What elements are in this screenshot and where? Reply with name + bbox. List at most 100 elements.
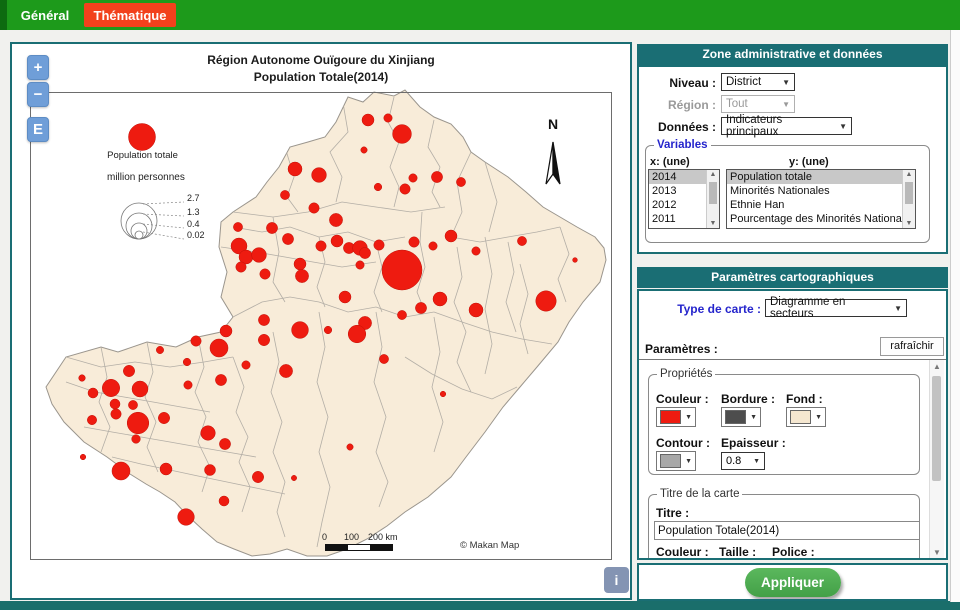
color-swatch — [790, 410, 811, 424]
bordure-swatch-dropdown[interactable]: ▼ — [721, 407, 761, 427]
carto-section-box: Type de carte : Diagramme en secteurs ▼ … — [637, 289, 948, 560]
map-title: Région Autonome Ouïgoure du Xinjiang Pop… — [30, 52, 612, 86]
divider — [639, 359, 946, 360]
footer-strip — [0, 601, 960, 610]
north-arrow-icon — [543, 140, 563, 188]
niveau-label: Niveau : — [639, 76, 716, 90]
zoom-in-button[interactable]: + — [27, 55, 49, 80]
x-listbox-scrollbar[interactable]: ▲ ▼ — [706, 170, 719, 228]
refresh-button[interactable]: rafraîchir — [880, 337, 944, 356]
map-attribution: © Makan Map — [460, 540, 519, 551]
niveau-select[interactable]: District ▼ — [721, 73, 795, 91]
chevron-down-icon: ▼ — [685, 414, 692, 421]
type-carte-value: Diagramme en secteurs — [770, 296, 890, 320]
info-button[interactable]: i — [604, 567, 629, 593]
chevron-down-icon: ▼ — [753, 458, 760, 465]
navbar-accent — [0, 0, 7, 30]
x-option[interactable]: 2012 — [649, 198, 706, 212]
top-navbar: Général Thématique — [0, 0, 960, 30]
epaisseur-value: 0.8 — [726, 455, 741, 467]
scale-label-0: 0 — [322, 532, 327, 542]
proprietes-legend: Propriétés — [657, 368, 715, 380]
scroll-down-icon[interactable]: ▼ — [903, 220, 915, 227]
bordure-label: Bordure : — [721, 392, 775, 406]
type-carte-label: Type de carte : — [639, 302, 761, 316]
couleur-label: Couleur : — [656, 392, 709, 406]
map-title-line1: Région Autonome Ouïgoure du Xinjiang — [30, 52, 612, 69]
page-scrollbar[interactable] — [950, 30, 960, 602]
niveau-value: District — [726, 76, 761, 88]
chevron-down-icon: ▼ — [890, 304, 902, 313]
y-listbox-scrollbar[interactable]: ▲ ▼ — [902, 170, 915, 228]
chevron-down-icon: ▼ — [778, 78, 790, 87]
chevron-down-icon: ▼ — [685, 458, 692, 465]
tab-thematique[interactable]: Thématique — [84, 3, 176, 27]
couleur-swatch-dropdown[interactable]: ▼ — [656, 407, 696, 427]
titre-legend: Titre de la carte — [657, 488, 742, 500]
chevron-down-icon: ▼ — [750, 414, 757, 421]
scroll-thumb[interactable] — [932, 376, 941, 481]
legend-size-4: 0.02 — [187, 230, 205, 240]
scroll-up-icon[interactable]: ▲ — [930, 362, 944, 371]
legend-unit-label: million personnes — [107, 172, 185, 183]
epaisseur-label: Epaisseur : — [721, 436, 786, 450]
y-option[interactable]: Ethnie Han — [727, 198, 902, 212]
scroll-up-icon[interactable]: ▲ — [903, 171, 915, 178]
scroll-up-icon[interactable]: ▲ — [707, 171, 719, 178]
scroll-thumb[interactable] — [709, 182, 717, 204]
sidebar: Zone administrative et données Niveau : … — [637, 42, 948, 601]
x-option[interactable]: 2014 — [649, 170, 706, 184]
map-panel: Région Autonome Ouïgoure du Xinjiang Pop… — [10, 42, 632, 600]
map-title-line2: Population Totale(2014) — [30, 69, 612, 86]
y-list-title: y: (une) — [789, 156, 829, 168]
titre-taille-label: Taille : — [719, 545, 756, 559]
region-value: Tout — [726, 98, 748, 110]
tab-general[interactable]: Général — [14, 0, 76, 30]
titre-input[interactable] — [654, 521, 920, 540]
zoom-out-button[interactable]: − — [27, 82, 49, 107]
chevron-down-icon: ▼ — [778, 100, 790, 109]
epaisseur-select[interactable]: 0.8 ▼ — [721, 452, 765, 470]
scale-label-100: 100 — [344, 532, 359, 542]
chevron-down-icon: ▼ — [835, 122, 847, 131]
color-swatch — [660, 410, 681, 424]
titre-label: Titre : — [656, 506, 689, 520]
y-listbox[interactable]: Population totaleMinorités NationalesEth… — [726, 169, 916, 229]
chevron-down-icon: ▼ — [815, 414, 822, 421]
map-frame — [30, 92, 612, 560]
zone-section-box: Niveau : District ▼ Région : Tout ▼ Donn… — [637, 65, 948, 254]
extent-button[interactable]: E — [27, 117, 49, 142]
legend-size-3: 0.4 — [187, 219, 200, 229]
contour-label: Contour : — [656, 436, 710, 450]
scroll-down-icon[interactable]: ▼ — [707, 220, 719, 227]
legend-size-1: 2.7 — [187, 193, 200, 203]
apply-button[interactable]: Appliquer — [745, 568, 841, 597]
region-label: Région : — [639, 98, 716, 112]
donnees-select[interactable]: Indicateurs principaux ▼ — [721, 117, 852, 135]
x-option[interactable]: 2013 — [649, 184, 706, 198]
contour-swatch-dropdown[interactable]: ▼ — [656, 451, 696, 471]
scale-bar — [325, 544, 393, 551]
legend-sample-label: Population totale — [100, 150, 185, 161]
scale-label-200: 200 km — [368, 532, 398, 542]
type-carte-select[interactable]: Diagramme en secteurs ▼ — [765, 299, 907, 317]
scroll-thumb[interactable] — [905, 182, 913, 204]
region-select: Tout ▼ — [721, 95, 795, 113]
x-option[interactable]: 2011 — [649, 212, 706, 226]
color-swatch — [725, 410, 746, 424]
scroll-down-icon[interactable]: ▼ — [930, 548, 944, 557]
titre-police-label: Police : — [772, 545, 815, 559]
params-scrollbar[interactable]: ▲ ▼ — [929, 360, 944, 559]
y-option[interactable]: Pourcentage des Minorités Nationa — [727, 212, 902, 226]
apply-box: Appliquer — [637, 563, 948, 601]
y-option[interactable]: Population totale — [727, 170, 902, 184]
titre-couleur-label: Couleur : — [656, 545, 709, 559]
color-swatch — [660, 454, 681, 468]
north-label: N — [540, 116, 566, 132]
carto-section-header: Paramètres cartographiques — [637, 267, 948, 288]
y-option[interactable]: Minorités Nationales — [727, 184, 902, 198]
x-listbox[interactable]: 2014201320122011 ▲ ▼ — [648, 169, 720, 229]
legend-size-2: 1.3 — [187, 207, 200, 217]
variables-legend: Variables — [654, 139, 711, 151]
fond-swatch-dropdown[interactable]: ▼ — [786, 407, 826, 427]
